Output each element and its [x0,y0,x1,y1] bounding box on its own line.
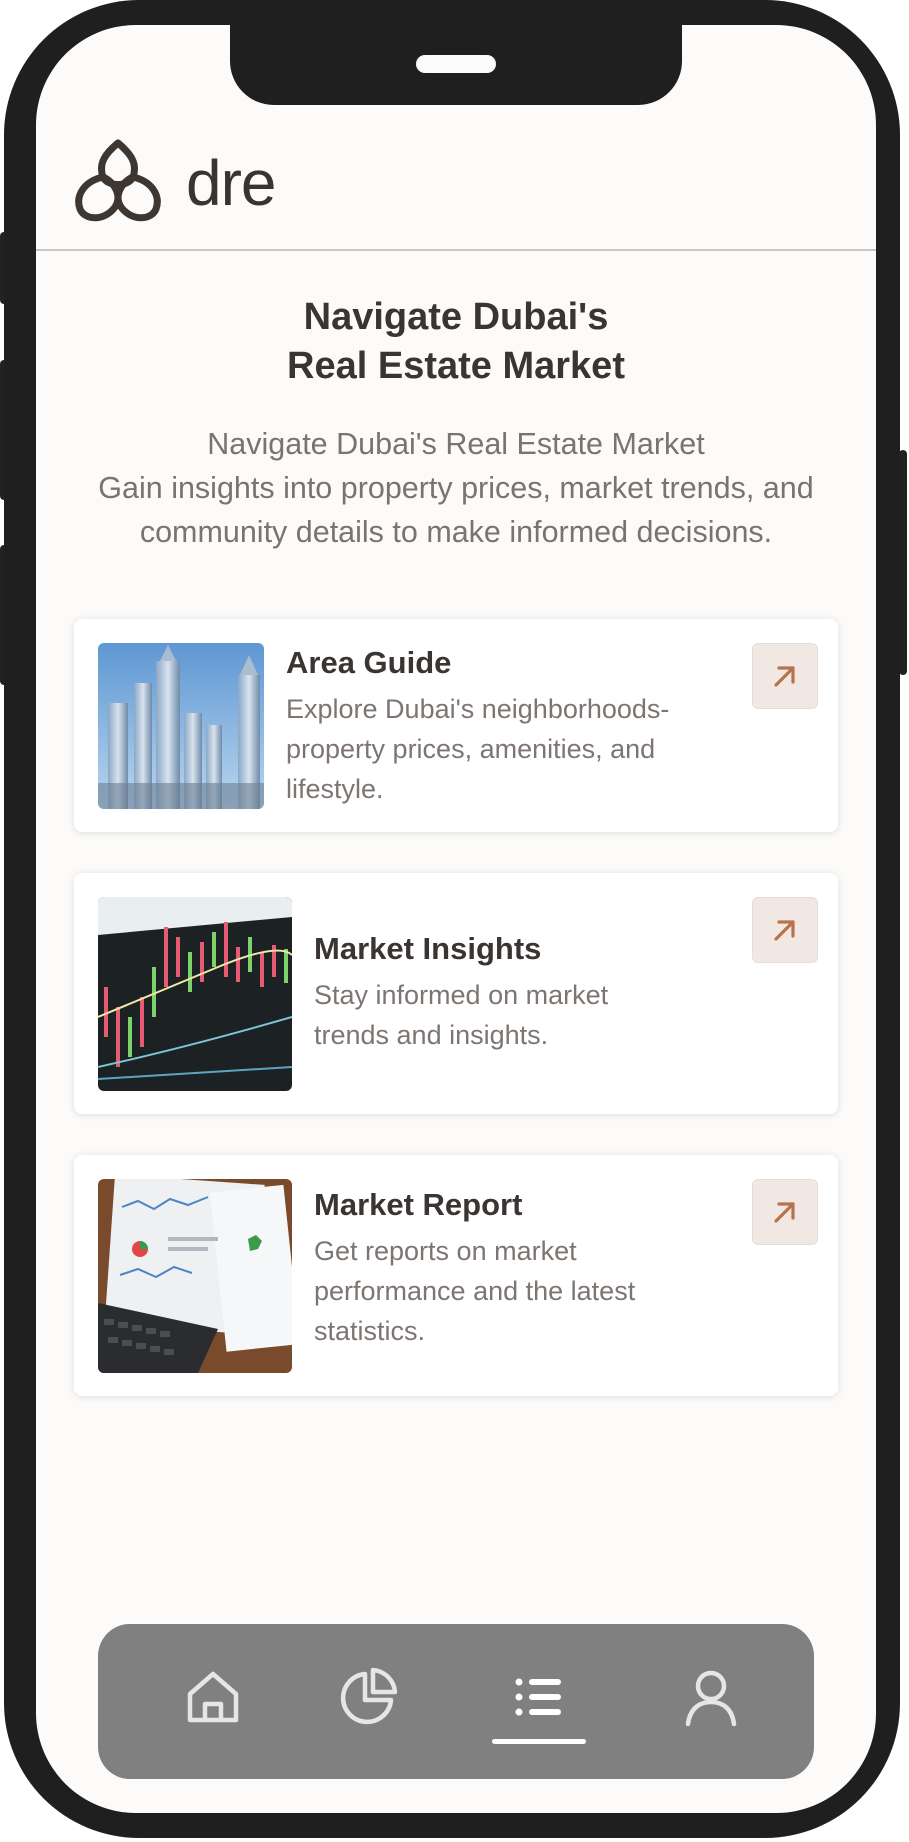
arrow-up-right-icon [774,920,795,941]
card-description-line: lifestyle. [286,774,384,804]
card-title: Market Report [314,1187,523,1222]
dubai-skyline-image [98,643,264,809]
card-description-line: property prices, amenities, and [286,734,656,764]
open-area-guide-button[interactable] [752,643,818,709]
open-market-report-button[interactable] [752,1179,818,1245]
tab-home[interactable] [178,1662,248,1732]
home-icon [187,1671,239,1723]
tab-analytics[interactable] [333,1662,403,1732]
card-market-report[interactable]: Market Report Get reports on market perf… [74,1155,838,1396]
bottom-tab-bar [98,1624,814,1779]
card-area-guide[interactable]: Area Guide Explore Dubai's neighborhoods… [74,619,838,832]
phone-frame: dre Navigate Dubai's Real Estate Market … [4,0,900,1838]
page-title-line-1: Navigate Dubai's [303,296,609,338]
card-description: Explore Dubai's neighborhoods- property … [286,689,669,809]
card-description-line: performance and the latest [314,1276,636,1306]
stock-chart-image [98,897,292,1091]
open-market-insights-button[interactable] [752,897,818,963]
report-laptop-image [98,1179,292,1373]
card-description: Get reports on market performance and th… [314,1231,635,1351]
page-subtitle-line-2: Gain insights into property prices, mark… [98,471,814,505]
card-description-line: Stay informed on market [314,980,609,1010]
arrow-up-right-icon [774,1202,795,1223]
phone-notch [230,25,682,105]
tab-list[interactable] [504,1662,574,1732]
page-title-line-2: Real Estate Market [287,345,625,387]
list-icon [515,1678,561,1716]
header-divider [36,249,876,251]
pie-chart-icon [340,1667,398,1725]
tab-profile[interactable] [676,1662,746,1732]
page-title: Navigate Dubai's Real Estate Market [156,293,756,391]
card-description-line: Explore Dubai's neighborhoods- [286,694,670,724]
user-icon [685,1670,737,1727]
card-description-line: statistics. [314,1316,426,1346]
app-screen: dre Navigate Dubai's Real Estate Market … [36,25,876,1813]
card-description-line: Get reports on market [314,1236,577,1266]
logo-wordmark: dre [186,147,276,219]
arrow-up-right-icon [774,666,795,687]
card-market-insights[interactable]: Market Insights Stay informed on market … [74,873,838,1114]
card-title: Market Insights [314,931,542,966]
card-description-line: trends and insights. [314,1020,549,1050]
phone-power-button [899,450,907,675]
card-description: Stay informed on market trends and insig… [314,975,608,1055]
card-title: Area Guide [286,645,452,680]
page-subtitle-line-1: Navigate Dubai's Real Estate Market [207,427,705,461]
phone-speaker [416,55,496,73]
page-subtitle-line-3: community details to make informed decis… [139,515,773,549]
page-subtitle: Navigate Dubai's Real Estate Market Gain… [66,422,846,554]
active-tab-indicator [492,1739,586,1744]
dre-logo-icon[interactable] [73,137,163,227]
